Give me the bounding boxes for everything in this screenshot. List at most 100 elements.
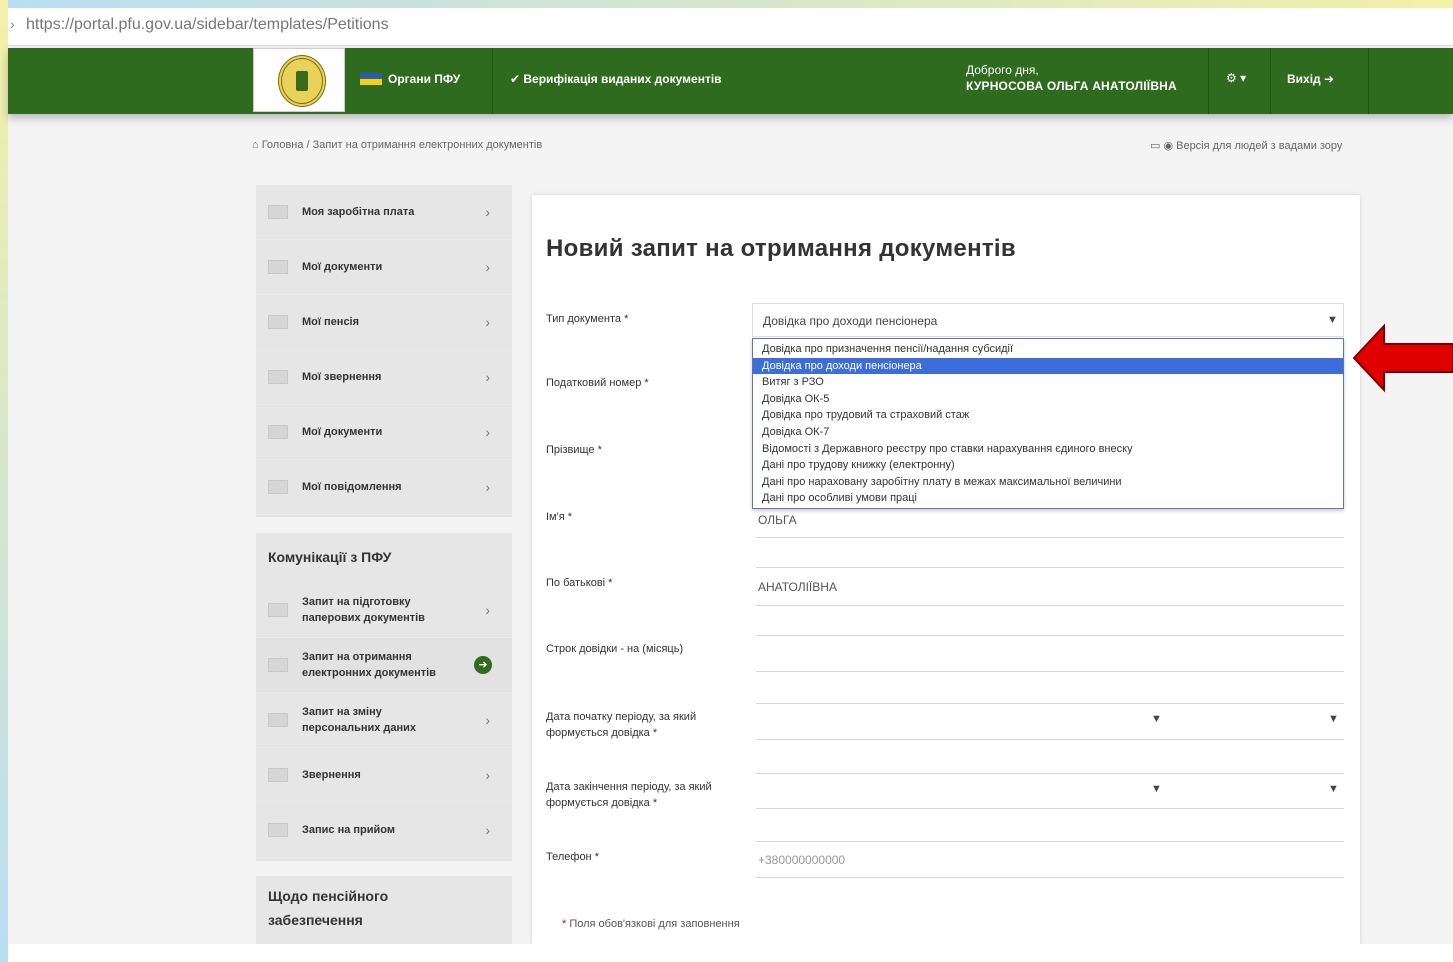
sidebar-item-change-data[interactable]: Запит на зміну персональних даних › <box>256 693 512 748</box>
sidebar-item-label: Мої звернення <box>302 371 382 383</box>
doc-type-select[interactable]: Довідка про доходи пенсіонера ▼ <box>752 303 1344 337</box>
month-caret-down-icon[interactable]: ▼ <box>1151 713 1162 725</box>
period-start-label: Дата початку періоду, за який формується… <box>546 711 697 739</box>
year-caret-down-icon[interactable]: ▼ <box>1328 713 1339 725</box>
dropdown-option[interactable]: Витяг з РЗО <box>753 374 1343 391</box>
home-icon[interactable]: ⌂ <box>252 139 262 151</box>
header-divider <box>492 48 493 114</box>
chevron-right-icon: › <box>485 602 490 618</box>
chevron-right-icon: › <box>485 369 490 385</box>
logout-button[interactable]: Вихід ➜ <box>1287 72 1334 86</box>
dropdown-option[interactable]: Довідка про трудовий та страховий стаж <box>753 407 1343 424</box>
dropdown-option[interactable]: Довідка ОК-7 <box>753 424 1343 441</box>
user-name: КУРНОСОВА ОЛЬГА АНАТОЛІЇВНА <box>966 79 1177 93</box>
label-line: електронних документів <box>302 667 436 679</box>
active-arrow-icon: ➜ <box>474 656 492 674</box>
settings-caret: ▾ <box>1240 71 1247 85</box>
name-input[interactable] <box>756 537 1344 538</box>
sidebar-item-pension[interactable]: Мої пенсія › <box>256 295 512 350</box>
settings-menu[interactable]: ⚙ ▾ <box>1226 71 1246 85</box>
sidebar-item-label: Мої документи <box>302 261 383 273</box>
gear-icon: ⚙ <box>1226 71 1237 85</box>
validity-input[interactable] <box>756 671 1344 672</box>
phone-placeholder[interactable]: +380000000000 <box>758 853 845 867</box>
screenshot-frame-left <box>0 0 8 962</box>
check-icon: ✔ <box>510 72 524 86</box>
heading-line: забезпечення <box>268 912 363 928</box>
browser-address-bar[interactable]: › https://portal.pfu.gov.ua/sidebar/temp… <box>8 8 1453 46</box>
sidebar-item-notifications[interactable]: Мої повідомлення › <box>256 460 512 515</box>
address-url[interactable]: https://portal.pfu.gov.ua/sidebar/templa… <box>26 16 389 34</box>
surname-label: Прізвище * <box>546 444 602 456</box>
organs-label: Органи ПФУ <box>388 72 461 86</box>
sidebar-item-my-documents[interactable]: Мої документи › <box>256 405 512 460</box>
year-caret-down-icon[interactable]: ▼ <box>1328 783 1339 795</box>
folder-icon <box>268 260 288 274</box>
input-border-top <box>756 841 1344 842</box>
input-border-top <box>756 773 1344 774</box>
low-vision-icon[interactable]: ◉ <box>1163 140 1176 152</box>
sidebar-section-heading: Комунікації з ПФУ <box>268 549 392 565</box>
dropdown-option[interactable]: Довідка про призначення пенсії/надання с… <box>753 341 1343 358</box>
sidebar-item-electronic-request[interactable]: Запит на отримання електронних документів… <box>256 638 512 693</box>
sidebar-item-label: Запит на зміну персональних даних <box>302 704 416 736</box>
sidebar-item-label: Запит на підготовку паперових документів <box>302 594 425 626</box>
sidebar-item-label: Звернення <box>302 769 361 781</box>
chevron-right-icon: › <box>485 822 490 838</box>
name-value[interactable]: ОЛЬГА <box>758 513 797 527</box>
accessibility-label[interactable]: Версія для людей з вадами зору <box>1176 140 1342 152</box>
required-footnote: * Поля обов'язкові для заповнення <box>562 918 740 930</box>
validity-label: Строк довідки - на (місяць) <box>546 643 684 655</box>
patronymic-value[interactable]: АНАТОЛІЇВНА <box>758 580 837 594</box>
chevron-right-icon: › <box>485 314 490 330</box>
print-icon[interactable]: ▭ <box>1150 140 1163 152</box>
dropdown-option[interactable]: Дані про нараховану заробітну плату в ме… <box>753 474 1343 491</box>
header-divider <box>1208 48 1209 114</box>
sidebar-personal: Моя заробітна плата › Мої документи › Мо… <box>256 185 512 517</box>
label-line: Запит на підготовку <box>302 596 411 608</box>
document-icon <box>268 658 288 672</box>
greeting-prefix: Доброго дня, <box>966 63 1039 77</box>
back-arrow-icon[interactable]: › <box>10 16 15 32</box>
sidebar-communications: Комунікації з ПФУ Запит на підготовку пап… <box>256 533 512 861</box>
sidebar-item-documents[interactable]: Мої документи › <box>256 240 512 295</box>
dropdown-option[interactable]: Довідка ОК-5 <box>753 391 1343 408</box>
accessibility-tools[interactable]: ▭ ◉ Версія для людей з вадами зору <box>1150 139 1342 152</box>
pfu-logo[interactable] <box>253 48 345 112</box>
sidebar-item-label: Запис на прийом <box>302 824 396 836</box>
breadcrumb-path[interactable]: Головна / Запит на отримання електронних… <box>262 139 542 151</box>
verification-label: Верифікація виданих документів <box>523 72 722 86</box>
doc-type-selected-value: Довідка про доходи пенсіонера <box>763 314 938 328</box>
sidebar-item-salary[interactable]: Моя заробітна плата › <box>256 185 512 240</box>
dropdown-option[interactable]: Відомості з Державного реєстру про ставк… <box>753 441 1343 458</box>
doc-type-dropdown-list[interactable]: Довідка про призначення пенсії/надання с… <box>752 338 1344 509</box>
mail-icon <box>268 480 288 494</box>
label-line: паперових документів <box>302 612 425 624</box>
month-caret-down-icon[interactable]: ▼ <box>1151 783 1162 795</box>
phone-input[interactable] <box>756 877 1344 878</box>
verification-link[interactable]: ✔ Верифікація виданих документів <box>510 72 722 86</box>
file-icon <box>268 425 288 439</box>
dropdown-option[interactable]: Дані про особливі умови праці <box>753 490 1343 507</box>
sidebar-item-paper-request[interactable]: Запит на підготовку паперових документів … <box>256 583 512 638</box>
sidebar-item-appeal[interactable]: Звернення › <box>256 748 512 803</box>
dropdown-option[interactable]: Дані про трудову книжку (електронну) <box>753 457 1343 474</box>
sidebar-item-label: Мої документи <box>302 426 383 438</box>
period-end-input[interactable] <box>756 808 1344 809</box>
user-greeting: Доброго дня, КУРНОСОВА ОЛЬГА АНАТОЛІЇВНА <box>966 62 1177 94</box>
request-form-card: Новий запит на отримання документів Тип … <box>532 195 1360 945</box>
chevron-right-icon: › <box>485 479 490 495</box>
input-border-top <box>756 635 1344 636</box>
sidebar-item-appointment[interactable]: Запис на прийом › <box>256 803 512 858</box>
sidebar-item-label: Моя заробітна плата <box>302 206 415 218</box>
period-start-input[interactable] <box>756 739 1344 740</box>
patronymic-input[interactable] <box>756 605 1344 606</box>
sidebar-item-appeals[interactable]: Мої звернення › <box>256 350 512 405</box>
dropdown-option-selected[interactable]: Довідка про доходи пенсіонера <box>753 357 1343 375</box>
page-title: Новий запит на отримання документів <box>546 235 1016 262</box>
sidebar-section-heading[interactable]: Щодо пенсійного забезпечення <box>256 876 512 946</box>
chat-icon <box>268 768 288 782</box>
sidebar-item-label: Мої пенсія <box>302 316 360 328</box>
organs-link[interactable]: Органи ПФУ <box>360 72 460 86</box>
page-bottom-strip <box>8 944 1453 962</box>
